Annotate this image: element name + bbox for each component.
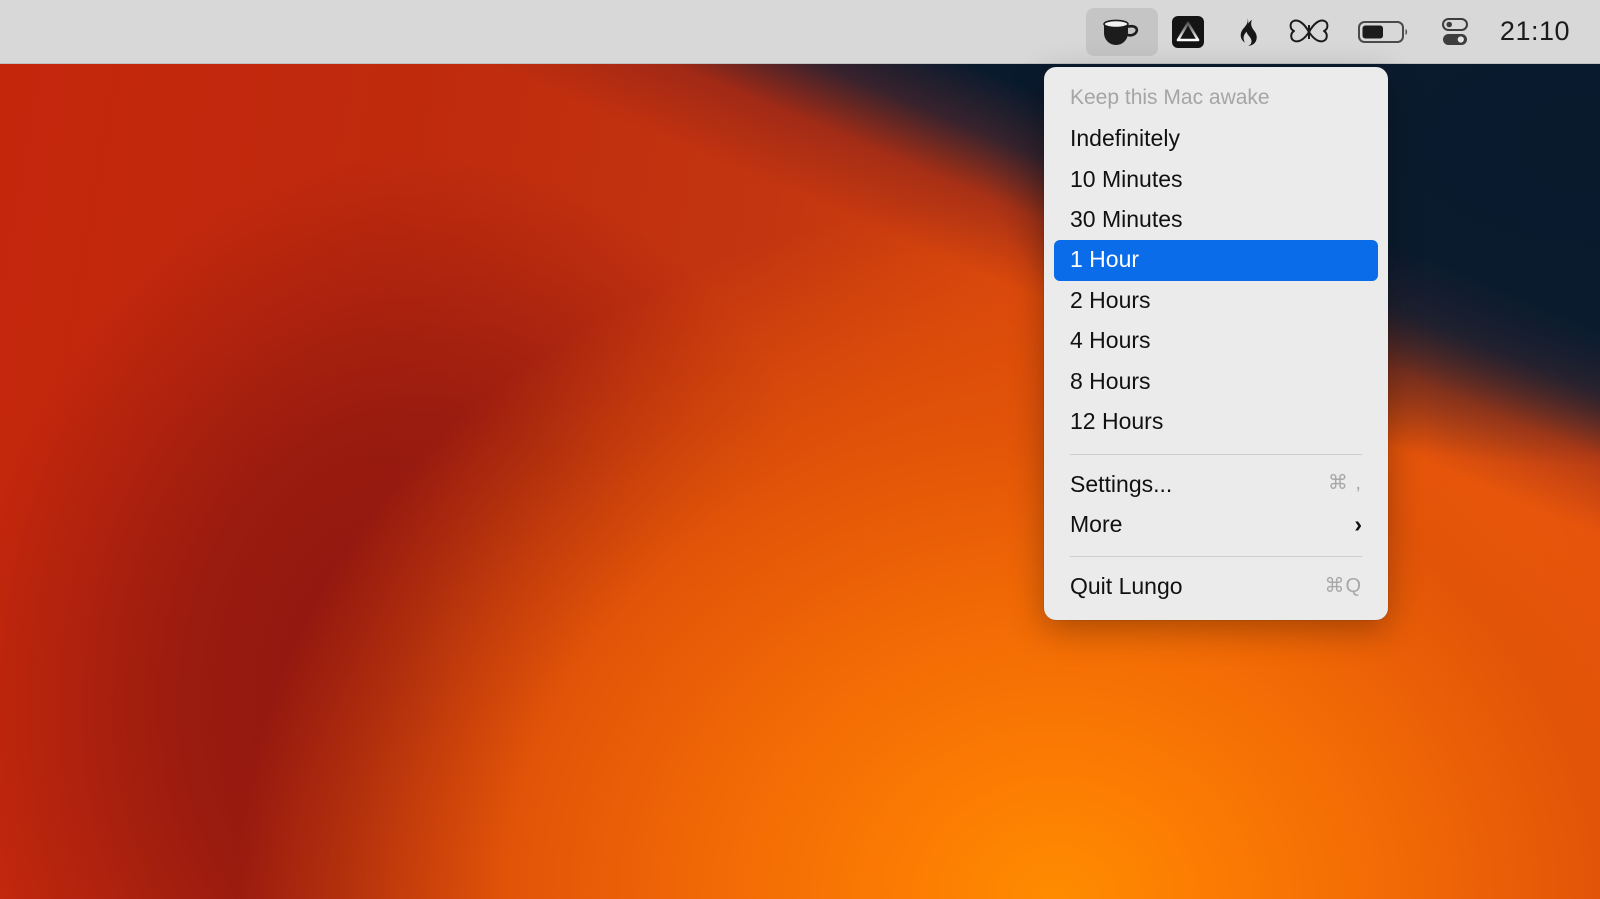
menu-item-label: 4 Hours (1070, 327, 1151, 354)
flame-icon (1232, 16, 1260, 48)
menu-item-settings[interactable]: Settings... ⌘ , (1054, 465, 1378, 505)
menu-item-2-hours[interactable]: 2 Hours (1054, 281, 1378, 321)
menu-item-4-hours[interactable]: 4 Hours (1054, 321, 1378, 361)
menu-item-shortcut: ⌘Q (1324, 575, 1362, 598)
menubar-item-control-center[interactable] (1426, 8, 1484, 56)
menu-item-30-minutes[interactable]: 30 Minutes (1054, 200, 1378, 240)
menu-item-label: More (1070, 511, 1123, 538)
desktop-screen: 21:10 Keep this Mac awake Indefinitely 1… (0, 0, 1600, 899)
menu-item-label: 2 Hours (1070, 286, 1151, 313)
menu-separator-bottom (1070, 556, 1362, 558)
menu-bar: 21:10 (0, 0, 1600, 64)
menu-item-label: Settings... (1070, 470, 1173, 497)
menu-item-label: Quit Lungo (1070, 573, 1183, 600)
menu-item-more[interactable]: More › (1054, 505, 1378, 545)
menu-separator-top (1070, 453, 1362, 455)
menu-item-shortcut: ⌘ , (1327, 472, 1362, 495)
menu-item-label: 12 Hours (1070, 408, 1164, 435)
butterfly-icon (1288, 17, 1330, 47)
affinity-icon (1171, 15, 1204, 48)
menubar-item-butterfly[interactable] (1274, 8, 1344, 56)
menubar-item-affinity[interactable] (1158, 8, 1218, 56)
menu-item-indefinitely[interactable]: Indefinitely (1054, 119, 1378, 159)
menubar-item-battery[interactable] (1344, 8, 1426, 56)
control-center-icon (1440, 16, 1470, 48)
menubar-clock[interactable]: 21:10 (1484, 16, 1580, 47)
lungo-coffee-icon (1100, 17, 1144, 47)
menu-item-12-hours[interactable]: 12 Hours (1054, 402, 1378, 442)
menu-item-label: 10 Minutes (1070, 165, 1183, 192)
menu-header-label: Keep this Mac awake (1070, 86, 1270, 109)
menu-item-10-minutes[interactable]: 10 Minutes (1054, 160, 1378, 200)
menu-item-label: 8 Hours (1070, 367, 1151, 394)
menu-item-quit-lungo[interactable]: Quit Lungo ⌘Q (1054, 567, 1378, 607)
menu-item-1-hour[interactable]: 1 Hour (1054, 240, 1378, 281)
menubar-item-lungo[interactable] (1085, 7, 1158, 56)
menu-item-label: 1 Hour (1070, 246, 1140, 273)
menubar-item-flame[interactable] (1218, 8, 1274, 56)
lungo-dropdown-menu: Keep this Mac awake Indefinitely 10 Minu… (1044, 67, 1388, 620)
menu-item-8-hours[interactable]: 8 Hours (1054, 362, 1378, 402)
battery-icon (1357, 18, 1412, 46)
menu-item-label: Indefinitely (1070, 125, 1180, 152)
chevron-right-icon: › (1354, 510, 1362, 537)
menu-item-label: 30 Minutes (1070, 205, 1183, 232)
